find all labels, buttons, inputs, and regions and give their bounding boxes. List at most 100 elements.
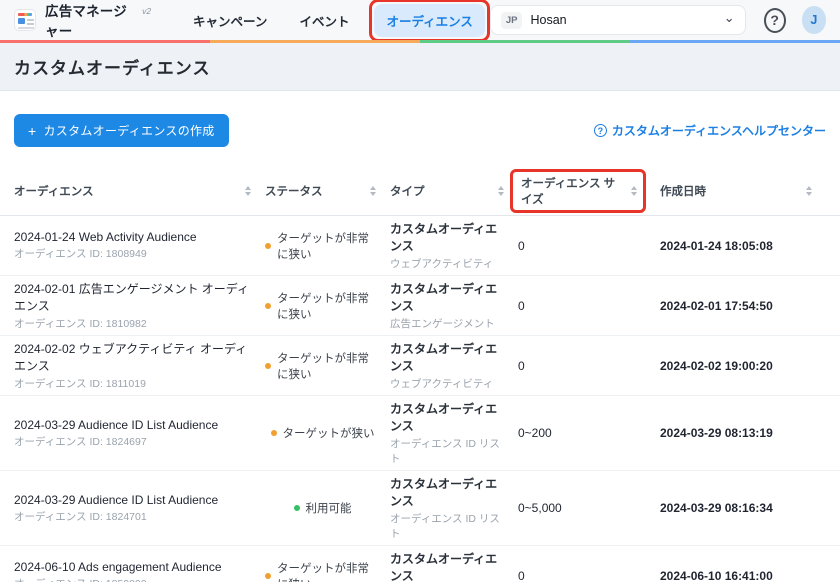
type-cell: カスタムオーディエンス オーディエンス ID リスト <box>390 396 518 470</box>
audience-name[interactable]: 2024-02-01 広告エンゲージメント オーディエンス <box>14 280 255 314</box>
created-at: 2024-02-02 19:00:20 <box>660 359 816 373</box>
size-cell: 0 <box>518 355 660 377</box>
type-cell: カスタムオーディエンス ウェブアクティビティ <box>390 336 518 395</box>
audience-size: 0 <box>518 299 650 313</box>
sort-icon[interactable] <box>370 186 376 196</box>
table-header-row: オーディエンス ステータス タイプ オーディエンス サイズ 作成日時 <box>0 167 840 216</box>
column-header-label: オーディエンス <box>14 183 93 199</box>
status-dot <box>265 243 271 249</box>
audience-name[interactable]: 2024-01-24 Web Activity Audience <box>14 230 255 244</box>
created-cell: 2024-02-01 17:54:50 <box>660 295 826 317</box>
column-header[interactable]: オーディエンス サイズ <box>518 167 660 215</box>
status-cell: 利用可能 <box>265 496 390 520</box>
type-label: カスタムオーディエンス <box>390 475 508 509</box>
logo-rainbow-bar <box>18 13 32 16</box>
created-cell: 2024-02-02 19:00:20 <box>660 355 826 377</box>
audience-cell: 2024-03-29 Audience ID List Audience オーデ… <box>14 489 265 528</box>
column-header[interactable]: 作成日時 <box>660 167 826 215</box>
locale-badge: JP <box>501 12 523 29</box>
audience-cell: 2024-03-29 Audience ID List Audience オーデ… <box>14 414 265 453</box>
audience-size: 0~200 <box>518 426 650 440</box>
type-cell: カスタムオーディエンス 広告エンゲージメント <box>390 546 518 582</box>
table-row[interactable]: 2024-03-29 Audience ID List Audience オーデ… <box>0 396 840 471</box>
help-icon[interactable]: ? <box>764 8 786 33</box>
type-cell: カスタムオーディエンス オーディエンス ID リスト <box>390 471 518 545</box>
table-row[interactable]: 2024-02-02 ウェブアクティビティ オーディエンス オーディエンス ID… <box>0 336 840 396</box>
type-cell: カスタムオーディエンス ウェブアクティビティ <box>390 216 518 275</box>
audience-name[interactable]: 2024-03-29 Audience ID List Audience <box>14 418 255 432</box>
logo-line <box>18 27 34 29</box>
rainbow-segment <box>630 40 840 43</box>
account-name: Hosan <box>530 13 566 27</box>
type-subtype-label: ウェブアクティビティ <box>390 376 508 391</box>
status-label: ターゲットが非常に狭い <box>277 230 380 262</box>
audience-name[interactable]: 2024-06-10 Ads engagement Audience <box>14 560 255 574</box>
column-header[interactable]: ステータス <box>265 167 390 215</box>
table-row[interactable]: 2024-06-10 Ads engagement Audience オーディエ… <box>0 546 840 582</box>
status-dot <box>271 430 277 436</box>
size-cell: 0~5,000 <box>518 497 660 519</box>
type-label: カスタムオーディエンス <box>390 220 508 254</box>
audience-name[interactable]: 2024-03-29 Audience ID List Audience <box>14 493 255 507</box>
type-label: カスタムオーディエンス <box>390 550 508 582</box>
audience-id: オーディエンス ID: 1824697 <box>14 434 255 449</box>
column-header[interactable]: タイプ <box>390 167 518 215</box>
created-at: 2024-03-29 08:16:34 <box>660 501 816 515</box>
status-cell: ターゲットが非常に狭い <box>265 346 390 386</box>
rainbow-segment <box>210 40 420 43</box>
table-row[interactable]: 2024-01-24 Web Activity Audience オーディエンス… <box>0 216 840 276</box>
audience-cell: 2024-06-10 Ads engagement Audience オーディエ… <box>14 556 265 582</box>
account-selector[interactable]: JP Hosan ⌄ <box>490 5 746 35</box>
app-logo-icon[interactable] <box>14 9 36 31</box>
help-center-link[interactable]: ? カスタムオーディエンスヘルプセンター <box>594 122 826 139</box>
page-title: カスタムオーディエンス <box>14 54 210 79</box>
nav-tab[interactable]: イベント <box>287 4 361 37</box>
status-label: ターゲットが非常に狭い <box>277 290 380 322</box>
created-cell: 2024-01-24 18:05:08 <box>660 235 826 257</box>
rainbow-segment <box>0 40 210 43</box>
status-dot <box>265 363 271 369</box>
rainbow-divider <box>0 40 840 43</box>
status-label: 利用可能 <box>306 500 352 516</box>
question-circle-icon: ? <box>594 124 607 137</box>
type-label: カスタムオーディエンス <box>390 400 508 434</box>
sort-icon[interactable] <box>806 186 812 196</box>
audience-cell: 2024-01-24 Web Activity Audience オーディエンス… <box>14 226 265 265</box>
type-subtype-label: ウェブアクティビティ <box>390 256 508 271</box>
audience-id: オーディエンス ID: 1808949 <box>14 246 255 261</box>
table-row[interactable]: 2024-03-29 Audience ID List Audience オーデ… <box>0 471 840 546</box>
sort-icon[interactable] <box>631 186 637 196</box>
create-audience-label: カスタムオーディエンスの作成 <box>43 122 214 139</box>
table-body: 2024-01-24 Web Activity Audience オーディエンス… <box>0 216 840 582</box>
app-title: 広告マネージャー <box>45 0 139 40</box>
nav-tab[interactable]: キャンペーン <box>181 4 279 37</box>
avatar[interactable]: J <box>802 6 826 34</box>
created-cell: 2024-03-29 08:16:34 <box>660 497 826 519</box>
size-cell: 0 <box>518 565 660 582</box>
column-header[interactable]: オーディエンス <box>14 167 265 215</box>
sort-icon[interactable] <box>498 186 504 196</box>
audience-size: 0 <box>518 569 650 582</box>
create-audience-button[interactable]: + カスタムオーディエンスの作成 <box>14 114 229 147</box>
top-navigation: 広告マネージャー v2 キャンペーンイベントオーディエンス JP Hosan ⌄… <box>0 0 840 40</box>
nav-tab[interactable]: オーディエンス <box>374 4 484 37</box>
logo-line <box>27 19 34 21</box>
logo-line <box>27 23 34 25</box>
rainbow-segment <box>420 40 630 43</box>
created-cell: 2024-06-10 16:41:00 <box>660 565 826 582</box>
type-label: カスタムオーディエンス <box>390 340 508 374</box>
annotation-highlight: オーディエンス <box>369 0 489 42</box>
audience-cell: 2024-02-01 広告エンゲージメント オーディエンス オーディエンス ID… <box>14 276 265 335</box>
table-row[interactable]: 2024-02-01 広告エンゲージメント オーディエンス オーディエンス ID… <box>0 276 840 336</box>
sort-icon[interactable] <box>245 186 251 196</box>
created-cell: 2024-03-29 08:13:19 <box>660 422 826 444</box>
audience-name[interactable]: 2024-02-02 ウェブアクティビティ オーディエンス <box>14 340 255 374</box>
size-cell: 0 <box>518 235 660 257</box>
status-label: ターゲットが狭い <box>283 425 375 441</box>
status-dot <box>294 505 300 511</box>
created-at: 2024-03-29 08:13:19 <box>660 426 816 440</box>
type-label: カスタムオーディエンス <box>390 280 508 314</box>
column-header-label: オーディエンス サイズ <box>521 175 623 207</box>
status-cell: ターゲットが非常に狭い <box>265 556 390 582</box>
status-dot <box>265 573 271 579</box>
